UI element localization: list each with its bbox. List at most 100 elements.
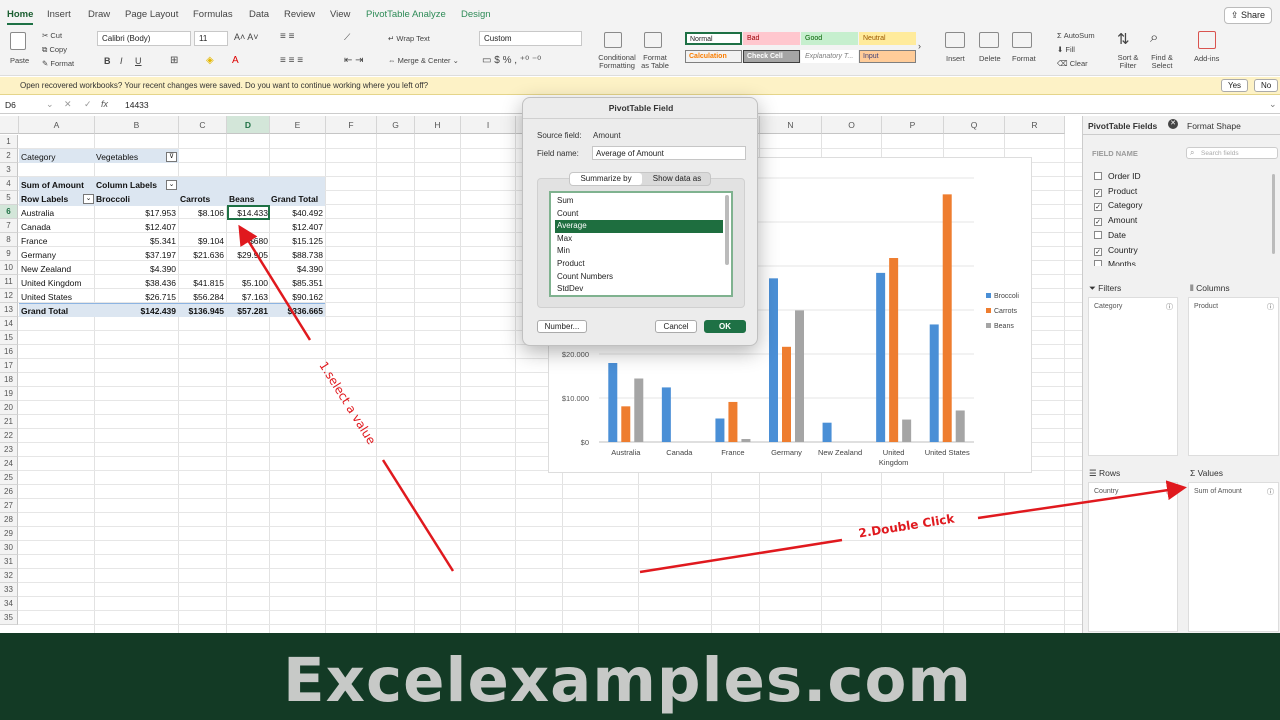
pivot-row-value[interactable]: $88.738 [263,248,323,262]
merge-center-button[interactable]: ⇔ Merge & Center ⌄ [388,56,459,65]
conditional-formatting-label[interactable]: Conditional Formatting [598,54,636,70]
fx-icon[interactable]: fx [101,99,108,109]
tab-pivottable-analyze[interactable]: PivotTable Analyze [366,9,446,20]
addins-icon[interactable] [1198,31,1216,49]
pivot-row-value[interactable] [208,220,268,234]
info-icon[interactable]: ⓘ [1267,487,1274,497]
function-option-count[interactable]: Count [555,208,723,221]
tab-draw[interactable]: Draw [88,9,110,20]
pivot-row-value[interactable] [208,262,268,276]
checkbox-checked-icon[interactable]: ✓ [1094,218,1102,227]
column-header-r[interactable]: R [1005,116,1065,134]
tab-summarize-by[interactable]: Summarize by [570,173,642,185]
percent-icon[interactable]: ▭ $ % , ⁺⁰ ⁻⁰ [482,55,541,66]
font-color-icon[interactable]: A [232,55,239,66]
function-option-max[interactable]: Max [555,233,723,246]
copy-button[interactable]: ⧉ Copy [42,45,67,55]
row-header-17[interactable]: 17 [0,359,18,373]
row-field-chip[interactable]: Country [1094,488,1119,495]
align-left-icon[interactable]: ≡ ≡ ≡ [280,55,303,66]
expand-formula-icon[interactable]: ⌄ [1269,99,1277,110]
tab-design[interactable]: Design [461,9,491,20]
column-header-d[interactable]: D [227,116,270,134]
checkbox-icon[interactable] [1094,260,1102,266]
cancel-entry-icon[interactable]: ✕ [64,99,72,110]
format-as-table-icon[interactable] [644,32,662,48]
find-select-label[interactable]: Find & Select [1147,54,1177,70]
pivot-row-value[interactable]: $90.162 [263,290,323,304]
field-list-scrollbar[interactable] [1272,174,1275,254]
row-header-35[interactable]: 35 [0,611,18,625]
number-format-button[interactable]: Number... [537,320,587,333]
grow-font-icon[interactable]: A˄ A˅ [234,32,259,42]
column-dropdown-icon[interactable]: ⌄ [166,180,177,190]
tab-home[interactable]: Home [7,9,34,25]
field-order-id[interactable]: Order ID [1094,169,1141,183]
cell-style-neutral[interactable]: Neutral [859,32,916,45]
rows-area[interactable]: Country ⓘ [1088,482,1178,632]
delete-cells-icon[interactable] [979,32,999,48]
autosum-button[interactable]: Σ AutoSum [1057,31,1095,40]
row-header-24[interactable]: 24 [0,457,18,471]
pivot-row-value[interactable]: $12.407 [263,220,323,234]
row-header-16[interactable]: 16 [0,345,18,359]
function-option-min[interactable]: Min [555,245,723,258]
row-header-29[interactable]: 29 [0,527,18,541]
paste-label[interactable]: Paste [10,56,29,65]
bold-button[interactable]: B [104,56,111,66]
addins-label[interactable]: Add-ins [1194,54,1219,63]
pivot-row-value[interactable]: $85.351 [263,276,323,290]
font-name-select[interactable]: Calibri (Body) [97,31,191,46]
column-header-f[interactable]: F [326,116,377,134]
field-date[interactable]: Date [1094,228,1126,242]
row-header-20[interactable]: 20 [0,401,18,415]
column-header-o[interactable]: O [822,116,882,134]
summarize-function-list[interactable]: Sum Count Average Max Min Product Count Number… [549,191,733,297]
selected-cell-d6[interactable] [227,205,270,220]
tab-review[interactable]: Review [284,9,315,20]
function-option-product[interactable]: Product [555,258,723,271]
filter-dropdown-icon[interactable]: ⊽ [166,152,177,162]
number-format-select[interactable]: Custom [479,31,582,46]
grand-total-value[interactable]: $57.281 [208,304,268,318]
column-header-g[interactable]: G [377,116,415,134]
row-header-2[interactable]: 2 [0,149,18,163]
checkbox-icon[interactable] [1094,172,1102,180]
field-product[interactable]: ✓ Product [1094,184,1137,198]
row-header-30[interactable]: 30 [0,541,18,555]
row-header-10[interactable]: 10 [0,261,18,275]
column-header-h[interactable]: H [415,116,461,134]
cell-style-good[interactable]: Good [801,32,858,45]
clear-button[interactable]: ⌫ Clear [1057,59,1088,68]
indent-icon[interactable]: ⇤ ⇥ [344,55,364,66]
format-painter-button[interactable]: ✎ Format [42,59,74,68]
values-area[interactable]: Sum of Amount ⓘ [1188,482,1279,632]
insert-cells-icon[interactable] [945,32,965,48]
search-fields-input[interactable]: ⌕ Search fields [1186,147,1278,159]
columns-area[interactable]: Product ⓘ [1188,297,1279,456]
row-header-34[interactable]: 34 [0,597,18,611]
row-header-3[interactable]: 3 [0,163,18,177]
row-header-1[interactable]: 1 [0,135,18,149]
column-header-a[interactable]: A [19,116,95,134]
align-top-icon[interactable]: ≡ ≡ [280,31,294,42]
tab-view[interactable]: View [330,9,350,20]
row-header-13[interactable]: 13 [0,303,18,317]
borders-icon[interactable]: ⊞ [170,55,178,66]
function-option-stddev[interactable]: StdDev [555,283,723,296]
confirm-entry-icon[interactable]: ✓ [84,99,92,110]
tab-show-data-as[interactable]: Show data as [644,173,710,185]
field-country[interactable]: ✓ Country [1094,243,1138,257]
info-icon[interactable]: ⓘ [1267,302,1274,312]
row-header-32[interactable]: 32 [0,569,18,583]
font-size-select[interactable]: 11 [194,31,228,46]
row-header-18[interactable]: 18 [0,373,18,387]
row-header-25[interactable]: 25 [0,471,18,485]
sort-filter-icon[interactable]: ⇅ [1117,30,1130,48]
info-icon[interactable]: ⓘ [1166,487,1173,497]
close-pane-icon[interactable]: ✕ [1168,119,1178,129]
format-cells-icon[interactable] [1012,32,1032,48]
list-scrollbar[interactable] [725,195,729,265]
no-button[interactable]: No [1254,79,1279,92]
cell-style-input[interactable]: Input [859,50,916,63]
